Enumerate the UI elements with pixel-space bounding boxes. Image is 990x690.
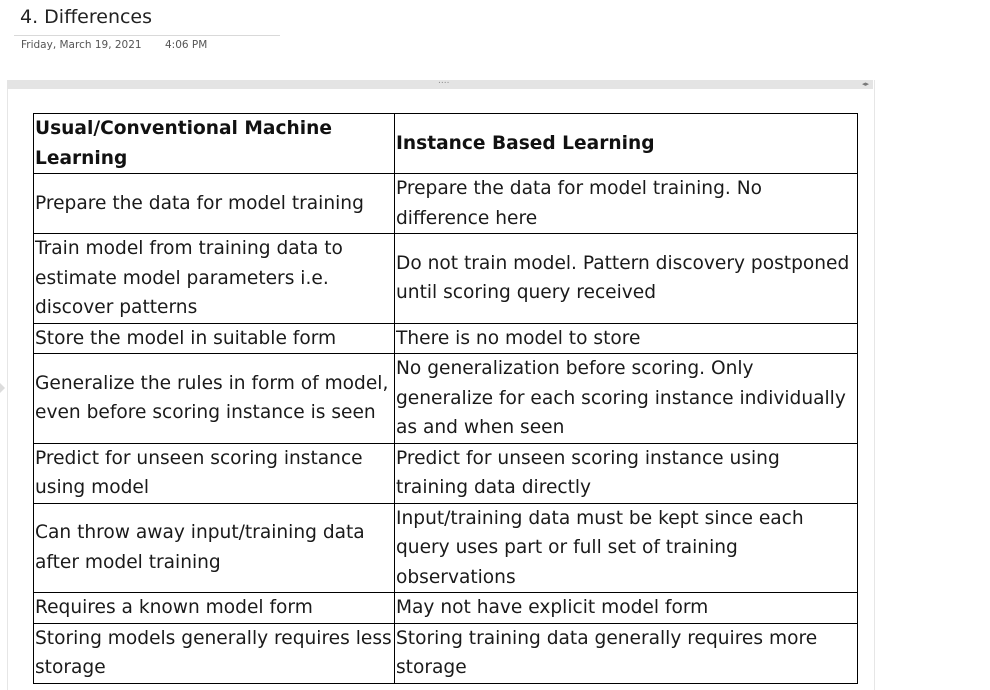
page-time: 4:06 PM <box>165 39 208 51</box>
expand-handle-icon[interactable] <box>0 383 5 393</box>
header-conventional-ml: Usual/Conventional Machine Learning <box>33 113 395 174</box>
cell-conventional: Prepare the data for model training <box>33 173 395 234</box>
table-header-row: Usual/Conventional Machine Learning Inst… <box>33 113 858 174</box>
cell-conventional: Can throw away input/training data after… <box>33 502 395 593</box>
cell-instance: May not have explicit model form <box>394 592 858 624</box>
table-row: Train model from training data to estima… <box>33 233 858 324</box>
cell-instance: Input/training data must be kept since e… <box>394 502 858 593</box>
cell-instance: Prepare the data for model training. No … <box>394 173 858 234</box>
page-date: Friday, March 19, 2021 <box>21 39 142 51</box>
table-row: Requires a known model form May not have… <box>33 592 858 624</box>
drag-grip-icon[interactable]: .... <box>438 77 449 86</box>
table-row: Storing models generally requires less s… <box>33 622 858 684</box>
table-row: Store the model in suitable form There i… <box>33 322 858 354</box>
cell-instance: There is no model to store <box>394 322 858 354</box>
cell-instance: No generalization before scoring. Only g… <box>394 353 858 444</box>
table-row: Can throw away input/training data after… <box>33 502 858 593</box>
onenote-page: 4. Differences Friday, March 19, 2021 4:… <box>0 0 990 690</box>
cell-conventional: Requires a known model form <box>33 592 395 624</box>
image-resize-bar[interactable]: .... ◂▸ <box>7 77 873 89</box>
differences-table: Usual/Conventional Machine Learning Inst… <box>33 113 858 684</box>
table-row: Generalize the rules in form of model, e… <box>33 353 858 444</box>
cell-conventional: Store the model in suitable form <box>33 322 395 354</box>
cell-conventional: Train model from training data to estima… <box>33 233 395 324</box>
cell-conventional: Predict for unseen scoring instance usin… <box>33 442 395 504</box>
cell-instance: Storing training data generally requires… <box>394 622 858 684</box>
cell-conventional: Generalize the rules in form of model, e… <box>33 353 395 444</box>
resize-arrows-icon[interactable]: ◂▸ <box>862 80 869 89</box>
title-underline <box>14 35 280 36</box>
cell-instance: Predict for unseen scoring instance usin… <box>394 442 858 504</box>
cell-instance: Do not train model. Pattern discovery po… <box>394 233 858 324</box>
table-row: Prepare the data for model training Prep… <box>33 173 858 234</box>
header-instance-based: Instance Based Learning <box>394 113 858 174</box>
page-title[interactable]: 4. Differences <box>20 6 152 28</box>
table-row: Predict for unseen scoring instance usin… <box>33 442 858 504</box>
cell-conventional: Storing models generally requires less s… <box>33 622 395 684</box>
